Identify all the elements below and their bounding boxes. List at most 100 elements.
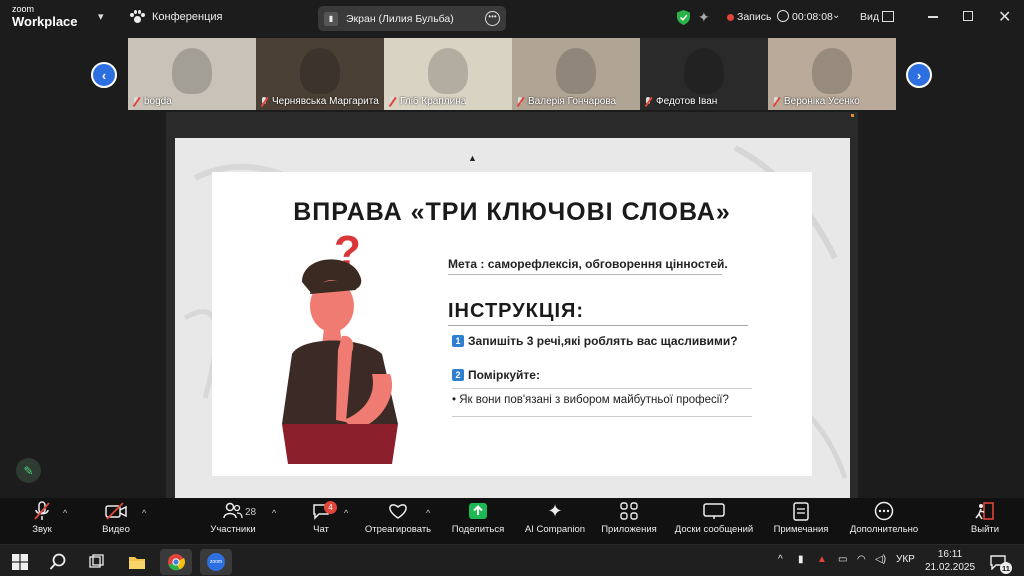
wifi-icon[interactable]: ◠ — [857, 554, 866, 565]
participant-video-figure — [172, 48, 212, 94]
windows-start-icon[interactable] — [4, 549, 36, 575]
more-label: Дополнительно — [849, 524, 919, 535]
mouse-cursor-icon: ▲ — [468, 153, 477, 163]
react-label: Отреагировать — [364, 524, 432, 535]
notification-count-badge: 11 — [1000, 562, 1012, 574]
participant-video-figure — [684, 48, 724, 94]
meeting-info-button[interactable]: Конференция — [130, 10, 222, 24]
chat-label: Чат — [313, 524, 329, 535]
logo-line1: zoom — [12, 4, 35, 14]
participant-tile[interactable]: Вероніка Усенко — [768, 38, 896, 110]
divider — [452, 388, 752, 389]
leave-button[interactable]: Выйти — [968, 498, 1002, 544]
notes-label: Примечания — [773, 524, 829, 535]
mic-muted-icon — [132, 96, 140, 107]
volume-icon[interactable]: ◁) — [875, 554, 886, 565]
timer-chevron-icon[interactable]: ⌄ — [832, 10, 840, 21]
participants-options-chevron-icon[interactable]: ^ — [272, 508, 276, 518]
participant-tile[interactable]: Чернявська Маргарита — [256, 38, 384, 110]
mic-muted-icon — [388, 96, 396, 107]
clock-time: 16:11 — [937, 549, 963, 560]
instruction-item-2: 2 Поміркуйте: — [452, 368, 540, 382]
app-tray-icon[interactable]: ▲ — [817, 554, 827, 565]
share-label: Поделиться — [451, 524, 505, 535]
audio-button[interactable]: Звук — [26, 498, 58, 544]
share-screen-icon — [468, 498, 488, 524]
show-hidden-icons-chevron-icon[interactable]: ^ — [778, 554, 783, 565]
participant-tile[interactable]: Гліб Краплина — [384, 38, 512, 110]
divider — [448, 274, 722, 275]
audio-options-chevron-icon[interactable]: ^ — [63, 508, 67, 518]
mic-muted-icon — [260, 96, 268, 107]
whiteboards-label: Доски сообщений — [674, 524, 754, 535]
slide-title: ВПРАВА «ТРИ КЛЮЧОВІ СЛОВА» — [293, 198, 731, 226]
notes-button[interactable]: Примечания — [770, 498, 832, 544]
screen-share-indicator[interactable]: ▮ Экран (Лилия Бульба) ••• — [318, 6, 506, 31]
chevron-down-icon[interactable]: ▾ — [98, 10, 104, 23]
recording-dot-icon — [727, 14, 734, 21]
people-icon — [223, 498, 243, 524]
mic-muted-icon — [772, 96, 780, 107]
minimize-icon[interactable] — [928, 16, 938, 18]
participant-tile[interactable]: bogda — [128, 38, 256, 110]
participant-name: bogda — [144, 96, 172, 107]
heart-icon — [388, 498, 408, 524]
share-button[interactable]: Поделиться — [450, 498, 506, 544]
prev-page-button[interactable]: ‹ — [91, 62, 117, 88]
participant-tile[interactable]: Валерія Гончарова — [512, 38, 640, 110]
task-view-icon[interactable] — [80, 549, 112, 575]
thinking-person-illustration: ? — [282, 227, 398, 464]
file-explorer-icon[interactable] — [121, 549, 153, 575]
participant-name: Чернявська Маргарита — [272, 96, 379, 107]
zoom-logo[interactable]: zoom Workplace — [12, 4, 78, 29]
participant-video-figure — [300, 48, 340, 94]
microphone-tray-icon[interactable]: ▮ — [798, 554, 804, 565]
title-bar: zoom Workplace ▾ Конференция ▮ Экран (Ли… — [0, 0, 1024, 36]
view-button[interactable]: Вид — [860, 11, 879, 23]
screen-share-label: Экран (Лилия Бульба) — [346, 12, 454, 25]
close-icon[interactable]: ✕ — [998, 7, 1011, 27]
grid-view-icon[interactable] — [882, 11, 894, 22]
more-button[interactable]: Дополнительно — [846, 498, 922, 544]
react-options-chevron-icon[interactable]: ^ — [426, 508, 430, 518]
more-dots-icon — [874, 498, 894, 524]
participants-button[interactable]: Участники — [208, 498, 258, 544]
battery-icon[interactable]: ▭ — [838, 554, 847, 565]
react-button[interactable]: Отреагировать — [362, 498, 434, 544]
recording-label[interactable]: Запись — [737, 11, 771, 23]
zoom-app-icon[interactable]: zoom — [200, 549, 232, 575]
notes-icon — [793, 498, 809, 524]
ai-companion-label: AI Companion — [524, 524, 586, 535]
system-clock[interactable]: 16:11 21.02.2025 — [925, 548, 975, 574]
whiteboards-button[interactable]: Доски сообщений — [671, 498, 757, 544]
instruction-bullet: • Як вони пов'язані з вибором майбутньої… — [452, 394, 729, 406]
annotate-pencil-icon[interactable]: ✎ — [16, 458, 41, 483]
zoom-window: zoom Workplace ▾ Конференция ▮ Экран (Ли… — [0, 0, 1024, 576]
instruction-text-1: Запишіть 3 речі,які роблять вас щасливим… — [468, 334, 738, 348]
video-options-chevron-icon[interactable]: ^ — [142, 508, 146, 518]
notifications-icon[interactable]: 11 — [982, 549, 1014, 575]
participant-video-figure — [556, 48, 596, 94]
shield-icon[interactable] — [677, 10, 690, 25]
ai-sparkle-icon[interactable]: ✦ — [698, 9, 710, 26]
ai-companion-button[interactable]: ✦ AI Companion — [522, 498, 588, 544]
more-options-icon[interactable]: ••• — [485, 11, 500, 26]
search-icon[interactable] — [42, 549, 74, 575]
apps-grid-icon — [620, 498, 638, 524]
video-button[interactable]: Видео — [100, 498, 132, 544]
chat-options-chevron-icon[interactable]: ^ — [344, 508, 348, 518]
video-label: Видео — [102, 524, 130, 535]
chrome-icon[interactable] — [160, 549, 192, 575]
apps-button[interactable]: Приложения — [598, 498, 660, 544]
next-page-button[interactable]: › — [906, 62, 932, 88]
participant-video-figure — [428, 48, 468, 94]
participant-tile[interactable]: Федотов Іван — [640, 38, 768, 110]
meeting-timer: 00:08:08 — [792, 11, 833, 23]
slide-goal: Мета : саморефлексія, обговорення ціннос… — [448, 257, 728, 271]
participant-video-figure — [812, 48, 852, 94]
maximize-icon[interactable] — [963, 11, 973, 21]
meeting-toolbar: Звук ^ Видео ^ Участники 28 ^ Чат 4 ^ От… — [0, 498, 1024, 544]
leave-label: Выйти — [970, 524, 1000, 535]
participant-name: Валерія Гончарова — [528, 96, 617, 107]
language-indicator[interactable]: УКР — [896, 554, 915, 565]
